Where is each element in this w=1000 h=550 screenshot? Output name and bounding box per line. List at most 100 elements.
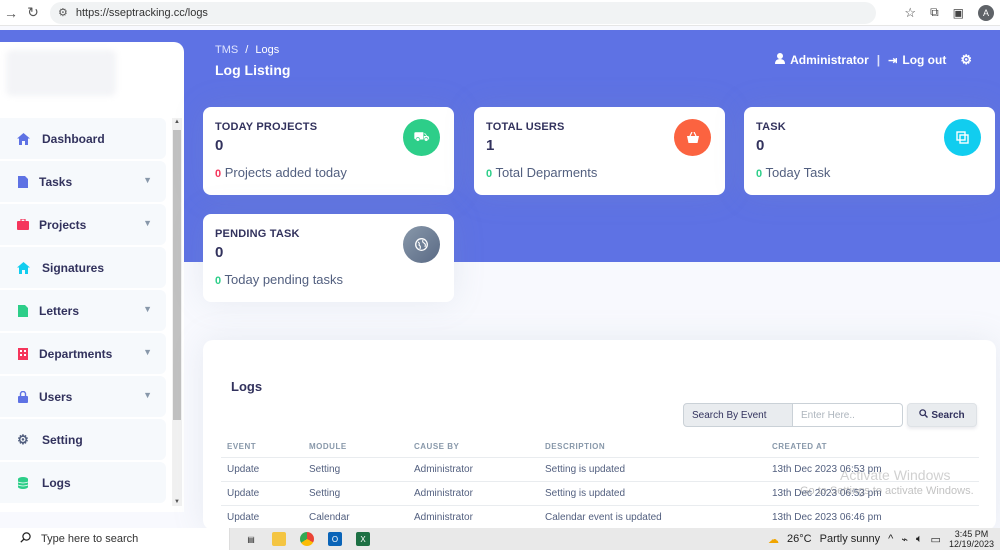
weather-text: Partly sunny	[819, 533, 881, 545]
sidebar-item-label: Logs	[42, 475, 71, 490]
cell-event: Update	[227, 512, 260, 523]
search-group: Search By Event Search	[683, 403, 977, 427]
browser-toolbar: → ↻ ⚙ https://sseptracking.cc/logs ☆ ⧉ ▣…	[0, 0, 1000, 26]
sidepanel-icon[interactable]: ▣	[953, 6, 964, 20]
table-row[interactable]: Update Calendar Administrator Calendar e…	[221, 506, 979, 530]
card-sub-count: 0	[215, 275, 222, 287]
bookmark-star-icon[interactable]: ☆	[904, 5, 916, 21]
cell-cause: Administrator	[414, 488, 473, 499]
taskbar-apps: ▤ O X	[244, 532, 370, 546]
column-header[interactable]: EVENT	[221, 442, 309, 451]
cell-module: Calendar	[309, 512, 350, 523]
card-sub-count: 0	[756, 168, 763, 180]
outlook-icon[interactable]: O	[328, 532, 342, 546]
chrome-icon[interactable]	[300, 532, 314, 546]
breadcrumb-root[interactable]: TMS	[215, 44, 238, 56]
taskbar: Type here to search ▤ O X ☁ 26°C Partly …	[0, 528, 1000, 550]
taskbar-search-placeholder: Type here to search	[41, 533, 139, 545]
sidebar-item-label: Dashboard	[42, 131, 105, 146]
logout-link[interactable]: Log out	[902, 53, 946, 67]
column-header[interactable]: CREATED AT	[772, 442, 979, 451]
column-header[interactable]: MODULE	[309, 442, 414, 451]
system-tray: ☁ 26°C Partly sunny ^ ⌁ 🔈︎ ▭ 3:45 PM 12/…	[768, 529, 1000, 549]
page-title: Log Listing	[215, 62, 291, 78]
sidebar-item-users[interactable]: Users ▼	[0, 376, 166, 417]
clock-time: 3:45 PM	[954, 529, 989, 539]
cell-cause: Administrator	[414, 512, 473, 523]
volume-icon[interactable]: 🔈︎	[916, 533, 923, 546]
scroll-down-icon[interactable]: ▼	[172, 499, 182, 505]
address-bar[interactable]: ⚙ https://sseptracking.cc/logs	[50, 1, 876, 24]
sidebar-scrollbar[interactable]: ▲ ▼	[172, 118, 182, 506]
profile-avatar[interactable]: A	[978, 4, 994, 21]
reload-icon[interactable]: ↻	[22, 2, 44, 24]
breadcrumb-current: Logs	[255, 44, 280, 56]
sidebar-item-label: Setting	[42, 432, 83, 447]
taskbar-search[interactable]: Type here to search	[0, 528, 230, 550]
sidebar-item-label: Departments	[39, 346, 113, 361]
sidebar-nav: Dashboard Tasks ▼ Projects ▼ Signatures	[0, 118, 166, 505]
database-icon	[16, 476, 30, 490]
chevron-down-icon: ▼	[143, 175, 152, 185]
card-subtext: 0 Today Task	[756, 165, 983, 180]
column-header[interactable]: DESCRIPTION	[545, 442, 772, 451]
file-icon	[16, 304, 30, 318]
file-explorer-icon[interactable]	[272, 532, 286, 546]
network-icon[interactable]: ⌁	[901, 533, 908, 546]
card-task: TASK 0 0 Today Task	[744, 107, 995, 195]
logo	[6, 50, 116, 96]
column-header[interactable]: CAUSE BY	[414, 442, 545, 451]
search-icon	[20, 532, 31, 546]
logout-icon: ⇥	[888, 54, 898, 67]
forward-icon[interactable]: →	[0, 2, 22, 24]
extensions-icon[interactable]: ⧉	[930, 5, 939, 20]
card-sub-count: 0	[215, 168, 222, 180]
weather-icon: ☁	[768, 533, 780, 546]
chevron-down-icon: ▼	[143, 218, 152, 228]
sidebar-item-tasks[interactable]: Tasks ▼	[0, 161, 166, 202]
home-icon	[16, 261, 30, 275]
chevron-down-icon: ▼	[143, 347, 152, 357]
excel-icon[interactable]: X	[356, 532, 370, 546]
sidebar-item-dashboard[interactable]: Dashboard	[0, 118, 166, 159]
scroll-up-icon[interactable]: ▲	[172, 119, 182, 125]
search-input[interactable]	[793, 403, 903, 427]
card-subtext: 0 Projects added today	[215, 165, 442, 180]
site-info-icon[interactable]: ⚙	[58, 6, 68, 19]
logs-table: EVENT MODULE CAUSE BY DESCRIPTION CREATE…	[221, 436, 979, 530]
sidebar-item-letters[interactable]: Letters ▼	[0, 290, 166, 331]
cell-cause: Administrator	[414, 464, 473, 475]
battery-icon[interactable]: ▭	[931, 533, 941, 546]
search-button-label: Search	[931, 409, 965, 421]
user-icon	[775, 53, 786, 67]
search-icon	[919, 409, 929, 421]
card-sub-label: Projects added today	[224, 165, 347, 180]
building-icon	[16, 347, 30, 361]
sidebar-item-signatures[interactable]: Signatures	[0, 247, 166, 288]
home-icon	[16, 132, 30, 146]
sidebar: Dashboard Tasks ▼ Projects ▼ Signatures	[0, 42, 184, 512]
sidebar-item-label: Projects	[39, 217, 87, 232]
briefcase-icon	[16, 218, 30, 232]
card-sub-label: Today Task	[765, 165, 831, 180]
card-sub-label: Total Deparments	[495, 165, 598, 180]
cell-description: Setting is updated	[545, 464, 626, 475]
clock[interactable]: 3:45 PM 12/19/2023	[949, 529, 994, 549]
card-sub-count: 0	[486, 168, 493, 180]
sidebar-item-departments[interactable]: Departments ▼	[0, 333, 166, 374]
activation-watermark-title: Activate Windows	[840, 467, 951, 483]
logs-title: Logs	[231, 379, 263, 394]
cell-module: Setting	[309, 488, 341, 499]
tray-chevron-icon[interactable]: ^	[888, 533, 893, 545]
chevron-down-icon: ▼	[143, 390, 152, 400]
gear-icon[interactable]: ⚙	[960, 52, 972, 68]
sidebar-item-logs[interactable]: Logs	[0, 462, 166, 503]
scrollbar-thumb[interactable]	[173, 130, 181, 420]
user-name[interactable]: Administrator	[790, 53, 869, 67]
task-view-icon[interactable]: ▤	[244, 532, 258, 546]
sidebar-item-setting[interactable]: ⚙ Setting	[0, 419, 166, 460]
sidebar-item-projects[interactable]: Projects ▼	[0, 204, 166, 245]
cell-event: Update	[227, 464, 260, 475]
search-button[interactable]: Search	[907, 403, 977, 427]
card-subtext: 0 Today pending tasks	[215, 272, 442, 287]
